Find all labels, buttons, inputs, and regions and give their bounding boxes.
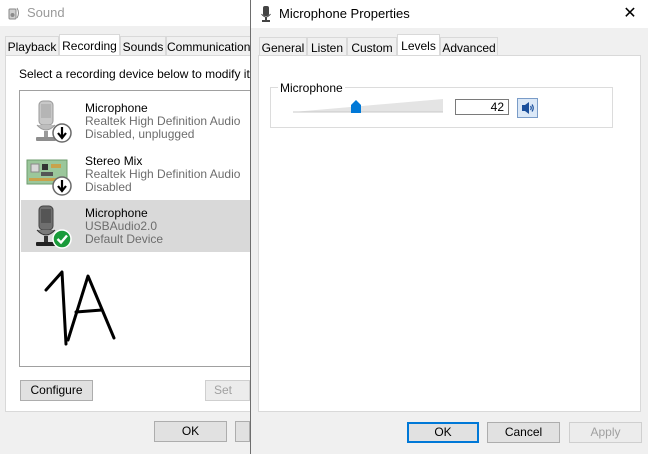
device-description: USBAudio2.0 xyxy=(85,219,158,233)
mute-toggle-button[interactable] xyxy=(517,98,538,118)
tab-levels[interactable]: Levels xyxy=(397,34,440,57)
device-name: Stereo Mix xyxy=(85,154,143,168)
device-item-microphone-realtek[interactable]: Microphone Realtek High Definition Audio… xyxy=(21,95,250,147)
set-default-button[interactable]: Set Def xyxy=(205,380,250,401)
device-item-microphone-usb[interactable]: Microphone USBAudio2.0 Default Device xyxy=(21,200,250,252)
tab-advanced[interactable]: Advanced xyxy=(440,37,498,57)
device-status: Disabled, unplugged xyxy=(85,127,195,141)
microphone-properties-window: Microphone Properties ✕ General Listen C… xyxy=(250,0,648,454)
props-titlebar[interactable]: Microphone Properties ✕ xyxy=(251,0,648,28)
props-cancel-button[interactable]: Cancel xyxy=(487,422,560,443)
tab-custom[interactable]: Custom xyxy=(347,37,397,57)
device-status: Default Device xyxy=(85,232,164,246)
microphone-default-icon xyxy=(36,205,72,249)
sound-window: Sound Playback Recording Sounds Communic… xyxy=(0,0,256,454)
speaker-icon xyxy=(8,7,19,20)
microphone-icon xyxy=(261,6,271,22)
tab-recording[interactable]: Recording xyxy=(59,34,120,57)
level-group-label: Microphone xyxy=(278,81,345,95)
tab-playback[interactable]: Playback xyxy=(5,36,59,56)
microphone-disabled-icon xyxy=(36,100,72,143)
props-ok-button[interactable]: OK xyxy=(407,422,479,443)
tab-sounds[interactable]: Sounds xyxy=(120,36,166,56)
device-status: Disabled xyxy=(85,180,132,194)
tab-general[interactable]: General xyxy=(259,37,307,57)
device-name: Microphone xyxy=(85,206,148,220)
speaker-volume-icon xyxy=(522,102,534,114)
handwritten-note xyxy=(44,270,116,346)
sound-titlebar[interactable]: Sound xyxy=(0,0,250,26)
close-icon[interactable]: ✕ xyxy=(621,5,639,23)
device-item-stereo-mix[interactable]: Stereo Mix Realtek High Definition Audio… xyxy=(21,148,250,200)
tab-communications[interactable]: Communications xyxy=(166,36,256,56)
tab-listen[interactable]: Listen xyxy=(307,37,347,57)
props-apply-button[interactable]: Apply xyxy=(569,422,642,443)
recording-instruction: Select a recording device below to modif… xyxy=(19,67,256,81)
device-name: Microphone xyxy=(85,101,148,115)
configure-button[interactable]: Configure xyxy=(20,380,93,401)
device-description: Realtek High Definition Audio xyxy=(85,114,241,128)
sound-window-title: Sound xyxy=(27,5,65,20)
level-slider[interactable] xyxy=(293,99,443,113)
circuit-board-disabled-icon xyxy=(26,159,72,196)
level-value-input[interactable]: 42 xyxy=(455,99,509,115)
sound-ok-button[interactable]: OK xyxy=(154,421,227,442)
level-slider-thumb[interactable] xyxy=(351,100,361,113)
props-window-title: Microphone Properties xyxy=(279,6,410,21)
device-description: Realtek High Definition Audio xyxy=(85,167,241,181)
sound-cancel-button-partial[interactable] xyxy=(235,421,250,442)
